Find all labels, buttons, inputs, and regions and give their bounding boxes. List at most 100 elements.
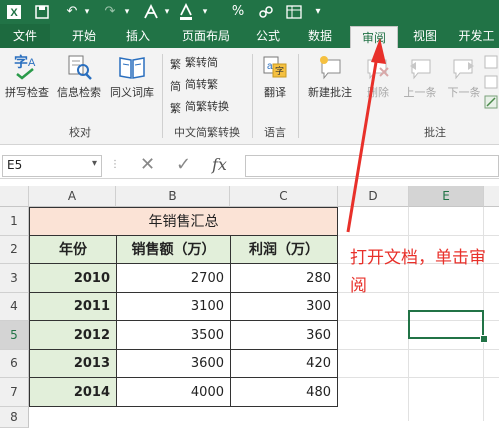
next-comment-icon xyxy=(453,59,474,80)
convert-icon: 繁 xyxy=(170,102,181,115)
header-year[interactable]: 年份 xyxy=(29,235,117,264)
fill-handle[interactable] xyxy=(480,335,488,343)
cell-year[interactable]: 2012 xyxy=(29,320,117,350)
header-profit[interactable]: 利润（万） xyxy=(230,235,338,264)
save-icon[interactable] xyxy=(34,3,50,21)
cell-year[interactable]: 2011 xyxy=(29,292,117,321)
undo-dropdown-icon[interactable]: ▾ xyxy=(82,3,92,21)
cell-sales[interactable]: 2700 xyxy=(116,263,231,293)
cell-year[interactable]: 2014 xyxy=(29,377,117,407)
row-header-6[interactable]: 6 xyxy=(0,350,29,378)
thesaurus-button[interactable]: 同义词库 xyxy=(106,54,158,100)
cell-sales[interactable]: 3500 xyxy=(116,320,231,350)
group-chinese-conversion-label: 中文简繁转换 xyxy=(174,126,240,139)
cancel-icon[interactable]: ✕ xyxy=(140,155,155,175)
to-simplified-button[interactable]: 简简转繁 xyxy=(170,76,218,94)
group-separator xyxy=(298,54,299,138)
thesaurus-label: 同义词库 xyxy=(110,86,154,99)
cell-profit[interactable]: 300 xyxy=(230,292,338,321)
tab-file[interactable]: 文件 xyxy=(0,24,50,48)
new-comment-button[interactable]: 新建批注 xyxy=(302,54,358,100)
tab-review[interactable]: 审阅 xyxy=(350,26,398,49)
translate-button[interactable]: a字 翻译 xyxy=(256,54,294,100)
research-label: 信息检索 xyxy=(57,86,101,99)
thesaurus-icon xyxy=(119,57,145,79)
show-comments-icon[interactable] xyxy=(484,54,498,114)
link-icon[interactable] xyxy=(258,3,274,21)
format-painter-icon[interactable] xyxy=(142,3,160,21)
cell-year[interactable]: 2013 xyxy=(29,349,117,378)
row-header-8[interactable]: 8 xyxy=(0,407,29,428)
row-header-3[interactable]: 3 xyxy=(0,264,29,293)
group-separator xyxy=(162,54,163,138)
cell-profit[interactable]: 420 xyxy=(230,349,338,378)
convert-label: 简繁转换 xyxy=(185,100,229,113)
group-language-label: 语言 xyxy=(264,126,286,139)
tab-developer[interactable]: 开发工 xyxy=(454,24,499,48)
research-button[interactable]: 信息检索 xyxy=(54,54,104,100)
cell-sales[interactable]: 3100 xyxy=(116,292,231,321)
row-header-2[interactable]: 2 xyxy=(0,236,29,264)
delete-comment-label: 删除 xyxy=(367,86,389,99)
cell-profit[interactable]: 280 xyxy=(230,263,338,293)
tab-formulas[interactable]: 公式 xyxy=(246,24,290,48)
quick-access-toolbar: X ↶ ▾ ↷ ▾ ▾ ▾ % ▾ xyxy=(0,0,499,24)
to-traditional-button[interactable]: 繁繁转简 xyxy=(170,54,218,72)
prev-comment-button[interactable]: 上一条 xyxy=(398,54,442,100)
row-header-7[interactable]: 7 xyxy=(0,378,29,407)
cell-profit[interactable]: 360 xyxy=(230,320,338,350)
cell-year[interactable]: 2010 xyxy=(29,263,117,293)
insert-function-button[interactable]: fx xyxy=(212,155,227,175)
percent-style-icon[interactable]: % xyxy=(230,3,246,21)
column-header-c[interactable]: C xyxy=(230,186,338,207)
row-header-5[interactable]: 5 xyxy=(0,321,29,350)
convert-button[interactable]: 繁简繁转换 xyxy=(170,98,229,116)
font-color-dropdown-icon[interactable]: ▾ xyxy=(200,3,210,21)
delete-comment-button[interactable]: 删除 xyxy=(358,54,398,100)
excel-logo-icon: X xyxy=(7,5,21,19)
column-header-a[interactable]: A xyxy=(29,186,116,207)
delete-comment-icon xyxy=(367,59,389,80)
annotation-text: 打开文档，单击审阅 xyxy=(350,248,486,296)
table-title[interactable]: 年销售汇总 xyxy=(29,207,338,236)
redo-icon[interactable]: ↷ xyxy=(102,3,118,21)
cell-sales[interactable]: 4000 xyxy=(116,377,231,407)
tab-page-layout[interactable]: 页面布局 xyxy=(170,24,242,48)
formula-input[interactable] xyxy=(245,155,499,177)
formula-bar-grip-icon: ⋮ xyxy=(110,159,120,170)
tab-view[interactable]: 视图 xyxy=(402,24,448,48)
customize-qat-icon[interactable]: ▾ xyxy=(312,3,324,21)
translate-label: 翻译 xyxy=(264,86,286,99)
tab-insert[interactable]: 插入 xyxy=(114,24,162,48)
column-header-e[interactable]: E xyxy=(409,186,484,207)
header-sales[interactable]: 销售额（万） xyxy=(116,235,231,264)
svg-text:a: a xyxy=(267,61,273,72)
enter-icon[interactable]: ✓ xyxy=(176,155,191,175)
prev-comment-label: 上一条 xyxy=(403,86,437,99)
next-comment-button[interactable]: 下一条 xyxy=(442,54,486,100)
formula-bar: E5 ▾ ⋮ ✕ ✓ fx xyxy=(0,152,499,179)
column-header-f[interactable] xyxy=(484,186,499,207)
tab-home[interactable]: 开始 xyxy=(60,24,108,48)
name-box-value: E5 xyxy=(7,158,23,172)
name-box-dropdown-icon[interactable]: ▾ xyxy=(92,158,97,169)
undo-icon[interactable]: ↶ xyxy=(64,3,80,21)
row-header-4[interactable]: 4 xyxy=(0,293,29,321)
redo-dropdown-icon[interactable]: ▾ xyxy=(122,3,132,21)
name-box[interactable]: E5 ▾ xyxy=(2,155,102,177)
font-color-icon[interactable] xyxy=(178,3,194,21)
active-cell-e5[interactable] xyxy=(408,310,484,339)
select-all-corner[interactable] xyxy=(0,186,29,207)
row-header-1[interactable]: 1 xyxy=(0,207,29,236)
cell-sales[interactable]: 3600 xyxy=(116,349,231,378)
tab-data[interactable]: 数据 xyxy=(296,24,344,48)
group-proofing-label: 校对 xyxy=(69,126,91,139)
column-header-d[interactable]: D xyxy=(338,186,409,207)
table-icon[interactable] xyxy=(286,3,302,21)
spelling-button[interactable]: 字A 拼写检查 xyxy=(2,54,52,100)
to-simplified-label: 简转繁 xyxy=(185,78,218,91)
format-dropdown-icon[interactable]: ▾ xyxy=(162,3,172,21)
column-header-b[interactable]: B xyxy=(116,186,230,207)
cell-profit[interactable]: 480 xyxy=(230,377,338,407)
new-comment-label: 新建批注 xyxy=(308,86,352,99)
